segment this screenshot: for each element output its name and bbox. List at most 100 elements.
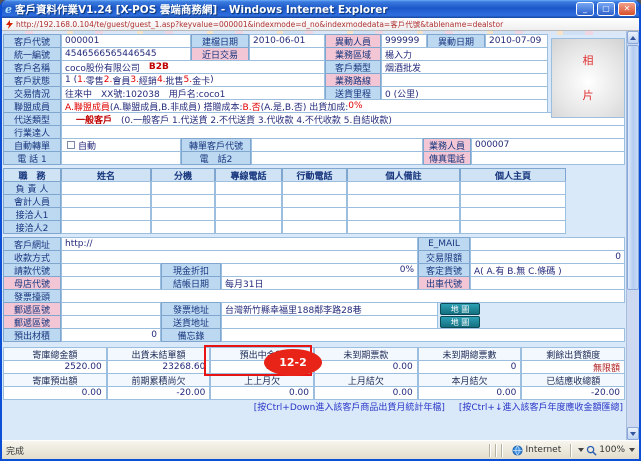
invoice-address-label: 發票地址 [161,302,221,316]
status-text: 完成 [6,444,485,457]
website-field[interactable]: http:// [61,237,418,251]
contact-cell[interactable] [347,181,460,195]
dispatch-code-field[interactable] [470,276,625,290]
contact-cell[interactable] [61,181,151,195]
transfer-code-field[interactable] [251,138,423,152]
form-row-2: 統一編號 4546566565446545 近日交易 業務區域 楊入力 [3,47,548,61]
contact-cell[interactable] [151,194,215,208]
contact-cell[interactable] [151,181,215,195]
hotkey-note-2: [按Ctrl+↓進入該客戶年度應收金額匯總] [459,400,623,413]
create-date-field[interactable]: 2010-06-01 [249,34,325,48]
invoice-address-field[interactable]: 台灣新竹縣幸福里188鄰李路28巷 [221,302,438,316]
hotkey-note-1: [按Ctrl+Down進入該客戶商品出貨月統計年檔] [254,400,445,413]
col-header-name: 姓名 [61,168,151,182]
invoice-title-field[interactable] [61,289,625,303]
contact-cell[interactable] [215,181,282,195]
business-route-field[interactable] [381,73,548,87]
contact-cell[interactable] [460,181,566,195]
modify-date-field[interactable]: 2010-07-09 [485,34,548,48]
contact-cell[interactable] [282,207,347,221]
industry-expert-field[interactable] [61,125,625,139]
browser-window: e 客戶資料作業V1.24 [X-POS 雲端商務網] - Windows In… [0,0,641,461]
closing-date-field[interactable]: 每月31日 [221,276,418,290]
contact-cell[interactable] [61,207,151,221]
business-area-field[interactable]: 楊入力 [381,47,548,61]
invoice-map-button[interactable]: 地 圖 [440,303,480,315]
customer-name-field[interactable]: coco股份有限公司 B2B [61,60,325,74]
custom-item-code-field[interactable]: A( A.有 B.無 C.條碼 ) [470,263,625,277]
ship-map-button[interactable]: 地 圖 [440,316,480,328]
recent-trade-label: 近日交易 [191,47,249,61]
sales-person-label: 業務人員 [423,138,471,152]
parent-store-field[interactable] [61,276,161,290]
delivery-type-field[interactable]: 一般客戶 (0.一般客戶 1.代送貨 2.不代送貨 3.代收款 4.不代收款 5… [61,112,625,126]
zoom-controls[interactable]: 100% [576,445,635,456]
contact-cell[interactable] [215,207,282,221]
tax-id-field[interactable]: 4546566565446545 [61,47,191,61]
zip-invoice-field[interactable] [61,302,161,316]
address-bar[interactable]: http://192.168.0.104/te/guest/guest_1.as… [2,18,639,31]
delivery-distance-field[interactable]: 0 (公里) [381,86,548,100]
email-field[interactable] [470,237,625,251]
industry-expert-label: 行業達人 [3,125,61,139]
transfer-code-label: 轉單客戶代號 [181,138,251,152]
contact-cell[interactable] [347,220,460,234]
customer-code-field[interactable]: 000001 [61,34,191,48]
scroll-up-button[interactable] [627,31,639,44]
customer-status-field[interactable]: 1 (1.零售2.會員3.經銷4.批售5.金卡) [61,73,325,87]
contact-cell[interactable] [282,220,347,234]
alliance-field[interactable]: A.聯盟成員 (A.聯盟成員,B.非成員) 搭贈成本: B.否 (A.是,B.否… [61,99,548,113]
phone1-field[interactable] [61,151,181,165]
url-text: http://192.168.0.104/te/guest/guest_1.as… [16,19,503,30]
ship-address-field[interactable] [221,315,438,329]
contact-cell[interactable] [347,194,460,208]
close-button[interactable]: ✕ [618,2,636,16]
scrollbar-thumb[interactable] [627,45,639,290]
auto-transfer-checkbox[interactable] [67,141,75,149]
scroll-down-button[interactable] [627,427,639,440]
zoom-caret-icon[interactable] [629,448,635,452]
status-bar: 完成 Internet 100% [2,440,639,459]
ship-address-label: 送貨地址 [161,315,221,329]
summary-header: 上月結欠 [314,373,418,387]
recent-trade-field[interactable] [249,47,325,61]
contact-cell[interactable] [460,194,566,208]
payment-method-field[interactable] [61,250,418,264]
modify-person-field[interactable]: 999999 [381,34,427,48]
contact-cell[interactable] [282,181,347,195]
contact-cell[interactable] [215,220,282,234]
minimize-button[interactable]: _ [576,2,594,16]
trade-limit-field[interactable]: 0 [470,250,625,264]
phone2-field[interactable] [251,151,423,165]
contact-cell[interactable] [151,220,215,234]
trade-status-field[interactable]: 往來中 XX號:102038 用戶名:coco1 [61,86,325,100]
customer-type-field[interactable]: 烟酒批发 [381,60,548,74]
billing-code-field[interactable] [61,263,161,277]
billing-code-row: 請款代號 現金折扣 0% 客定貨號 A( A.有 B.無 C.條碼 ) [3,263,625,277]
cash-discount-field[interactable]: 0% [221,263,418,277]
window-title: 客戶資料作業V1.24 [X-POS 雲端商務網] - Windows Inte… [15,2,573,17]
sales-person-field[interactable]: 000007 [471,138,625,152]
status-separator [495,444,497,457]
contact-cell[interactable] [61,194,151,208]
fax-field[interactable] [471,151,625,165]
memo-field[interactable] [221,328,625,342]
contact-cell[interactable] [460,220,566,234]
zip-ship-field[interactable] [61,315,161,329]
contact-row-owner: 負 責 人 [3,181,566,195]
vertical-scrollbar[interactable] [626,31,639,440]
contact-cell[interactable] [215,194,282,208]
maximize-button[interactable]: ▢ [597,2,615,16]
contact-cell[interactable] [460,207,566,221]
contact-cell[interactable] [347,207,460,221]
select-level-caret-icon[interactable] [578,448,584,452]
magnifier-icon [586,445,597,456]
contact-cell[interactable] [61,220,151,234]
contact-cell[interactable] [282,194,347,208]
volume-field[interactable]: 0 [61,328,161,342]
zip-invoice-label: 郵遞區號 [3,302,61,316]
photo-placeholder[interactable]: 相片 [551,38,625,118]
summary-header: 剩餘出貨額度 [521,347,625,361]
contact-cell[interactable] [151,207,215,221]
contact-row-accountant: 會計人員 [3,194,566,208]
